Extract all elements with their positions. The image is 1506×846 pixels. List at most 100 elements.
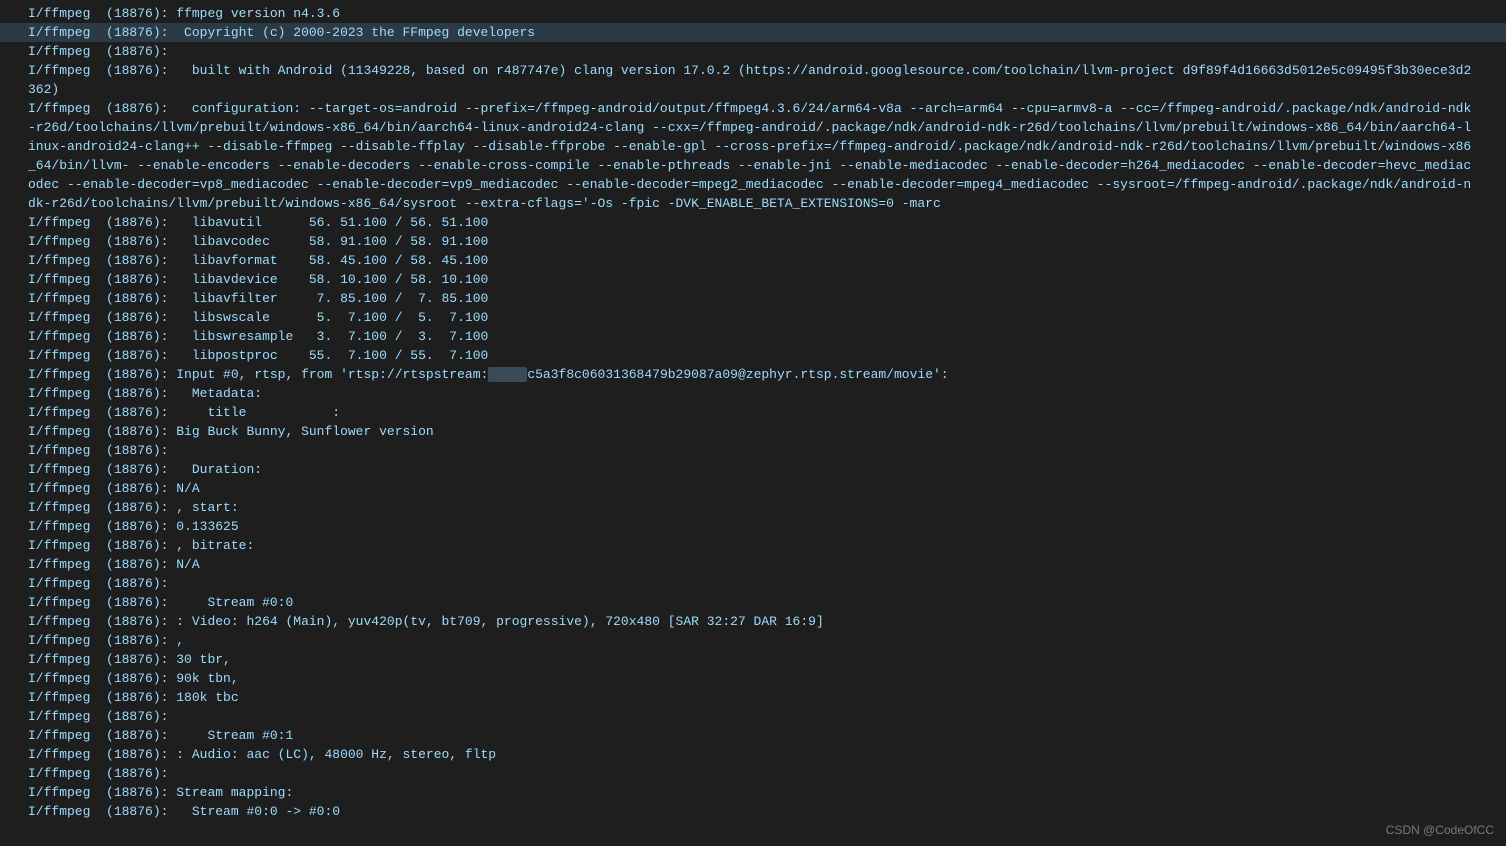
log-line: I/ffmpeg (18876): Stream #0:0 -> #0:0 — [0, 802, 1506, 821]
log-pid: (18876): — [106, 367, 168, 382]
log-tag: I/ffmpeg — [28, 348, 90, 363]
log-tag: I/ffmpeg — [28, 291, 90, 306]
log-message: Input #0, rtsp, from 'rtsp://rtspstream:… — [168, 367, 948, 382]
log-tag: I/ffmpeg — [28, 310, 90, 325]
log-pid: (18876): — [106, 709, 168, 724]
log-pid: (18876): — [106, 557, 168, 572]
log-tag: I/ffmpeg — [28, 747, 90, 762]
log-pid: (18876): — [106, 348, 168, 363]
log-pid: (18876): — [106, 652, 168, 667]
log-message: , bitrate: — [168, 538, 254, 553]
log-tag: I/ffmpeg — [28, 709, 90, 724]
log-line: I/ffmpeg (18876): , bitrate: — [0, 536, 1506, 555]
log-message: configuration: --target-os=android --pre… — [28, 101, 1471, 211]
log-line: I/ffmpeg (18876): 180k tbc — [0, 688, 1506, 707]
log-tag: I/ffmpeg — [28, 25, 90, 40]
log-message: Metadata: — [168, 386, 262, 401]
log-tag: I/ffmpeg — [28, 766, 90, 781]
log-line: I/ffmpeg (18876): Stream #0:1 — [0, 726, 1506, 745]
log-message: , start: — [168, 500, 238, 515]
log-line: I/ffmpeg (18876): libswscale 5. 7.100 / … — [0, 308, 1506, 327]
log-pid: (18876): — [106, 785, 168, 800]
log-tag: I/ffmpeg — [28, 652, 90, 667]
log-message: , — [168, 633, 184, 648]
log-line: I/ffmpeg (18876): : Audio: aac (LC), 480… — [0, 745, 1506, 764]
log-pid: (18876): — [106, 614, 168, 629]
log-pid: (18876): — [106, 6, 168, 21]
log-tag: I/ffmpeg — [28, 462, 90, 477]
log-tag: I/ffmpeg — [28, 538, 90, 553]
log-line: I/ffmpeg (18876): Duration: — [0, 460, 1506, 479]
log-line: I/ffmpeg (18876): : Video: h264 (Main), … — [0, 612, 1506, 631]
log-pid: (18876): — [106, 234, 168, 249]
log-line: I/ffmpeg (18876): 0.133625 — [0, 517, 1506, 536]
log-tag: I/ffmpeg — [28, 253, 90, 268]
log-line: I/ffmpeg (18876): N/A — [0, 555, 1506, 574]
log-pid: (18876): — [106, 500, 168, 515]
watermark: CSDN @CodeOfCC — [1386, 821, 1494, 840]
log-pid: (18876): — [106, 253, 168, 268]
log-tag: I/ffmpeg — [28, 804, 90, 819]
log-pid: (18876): — [106, 63, 168, 78]
log-message: libswresample 3. 7.100 / 3. 7.100 — [168, 329, 488, 344]
log-pid: (18876): — [106, 728, 168, 743]
log-pid: (18876): — [106, 424, 168, 439]
log-line: I/ffmpeg (18876): 90k tbn, — [0, 669, 1506, 688]
log-message: Stream #0:0 — [168, 595, 293, 610]
log-message: ffmpeg version n4.3.6 — [168, 6, 340, 21]
log-pid: (18876): — [106, 804, 168, 819]
log-tag: I/ffmpeg — [28, 519, 90, 534]
log-line: I/ffmpeg (18876): — [0, 764, 1506, 783]
log-tag: I/ffmpeg — [28, 785, 90, 800]
log-line: I/ffmpeg (18876): title : — [0, 403, 1506, 422]
log-pid: (18876): — [106, 747, 168, 762]
log-pid: (18876): — [106, 310, 168, 325]
log-line: I/ffmpeg (18876): built with Android (11… — [0, 61, 1506, 99]
log-pid: (18876): — [106, 329, 168, 344]
log-tag: I/ffmpeg — [28, 671, 90, 686]
log-tag: I/ffmpeg — [28, 272, 90, 287]
redacted-span: xxxxx — [488, 367, 527, 382]
log-line: I/ffmpeg (18876): — [0, 42, 1506, 61]
log-message: built with Android (11349228, based on r… — [28, 63, 1471, 97]
log-line: I/ffmpeg (18876): — [0, 441, 1506, 460]
log-pid: (18876): — [106, 766, 168, 781]
log-tag: I/ffmpeg — [28, 576, 90, 591]
log-message: title : — [168, 405, 340, 420]
log-tag: I/ffmpeg — [28, 424, 90, 439]
log-tag: I/ffmpeg — [28, 557, 90, 572]
log-line: I/ffmpeg (18876): libavformat 58. 45.100… — [0, 251, 1506, 270]
log-line: I/ffmpeg (18876): libpostproc 55. 7.100 … — [0, 346, 1506, 365]
log-pid: (18876): — [106, 519, 168, 534]
log-message: 0.133625 — [168, 519, 238, 534]
log-message: libswscale 5. 7.100 / 5. 7.100 — [168, 310, 488, 325]
log-tag: I/ffmpeg — [28, 595, 90, 610]
log-line: I/ffmpeg (18876): libavdevice 58. 10.100… — [0, 270, 1506, 289]
log-message: 180k tbc — [168, 690, 238, 705]
log-tag: I/ffmpeg — [28, 386, 90, 401]
log-tag: I/ffmpeg — [28, 6, 90, 21]
log-output[interactable]: I/ffmpeg (18876): ffmpeg version n4.3.6 I… — [0, 0, 1506, 821]
log-tag: I/ffmpeg — [28, 234, 90, 249]
log-message: N/A — [168, 557, 199, 572]
log-pid: (18876): — [106, 44, 168, 59]
log-pid: (18876): — [106, 291, 168, 306]
log-pid: (18876): — [106, 671, 168, 686]
log-message: libavdevice 58. 10.100 / 58. 10.100 — [168, 272, 488, 287]
log-message: Stream #0:0 -> #0:0 — [168, 804, 340, 819]
log-pid: (18876): — [106, 538, 168, 553]
log-tag: I/ffmpeg — [28, 481, 90, 496]
log-line: I/ffmpeg (18876): Big Buck Bunny, Sunflo… — [0, 422, 1506, 441]
log-line: I/ffmpeg (18876): — [0, 707, 1506, 726]
log-pid: (18876): — [106, 462, 168, 477]
log-line: I/ffmpeg (18876): , — [0, 631, 1506, 650]
log-line: I/ffmpeg (18876): libavfilter 7. 85.100 … — [0, 289, 1506, 308]
log-pid: (18876): — [106, 25, 168, 40]
log-message: Big Buck Bunny, Sunflower version — [168, 424, 433, 439]
log-pid: (18876): — [106, 595, 168, 610]
log-tag: I/ffmpeg — [28, 728, 90, 743]
log-message: 30 tbr, — [168, 652, 230, 667]
log-tag: I/ffmpeg — [28, 63, 90, 78]
log-line: I/ffmpeg (18876): , start: — [0, 498, 1506, 517]
log-pid: (18876): — [106, 101, 168, 116]
